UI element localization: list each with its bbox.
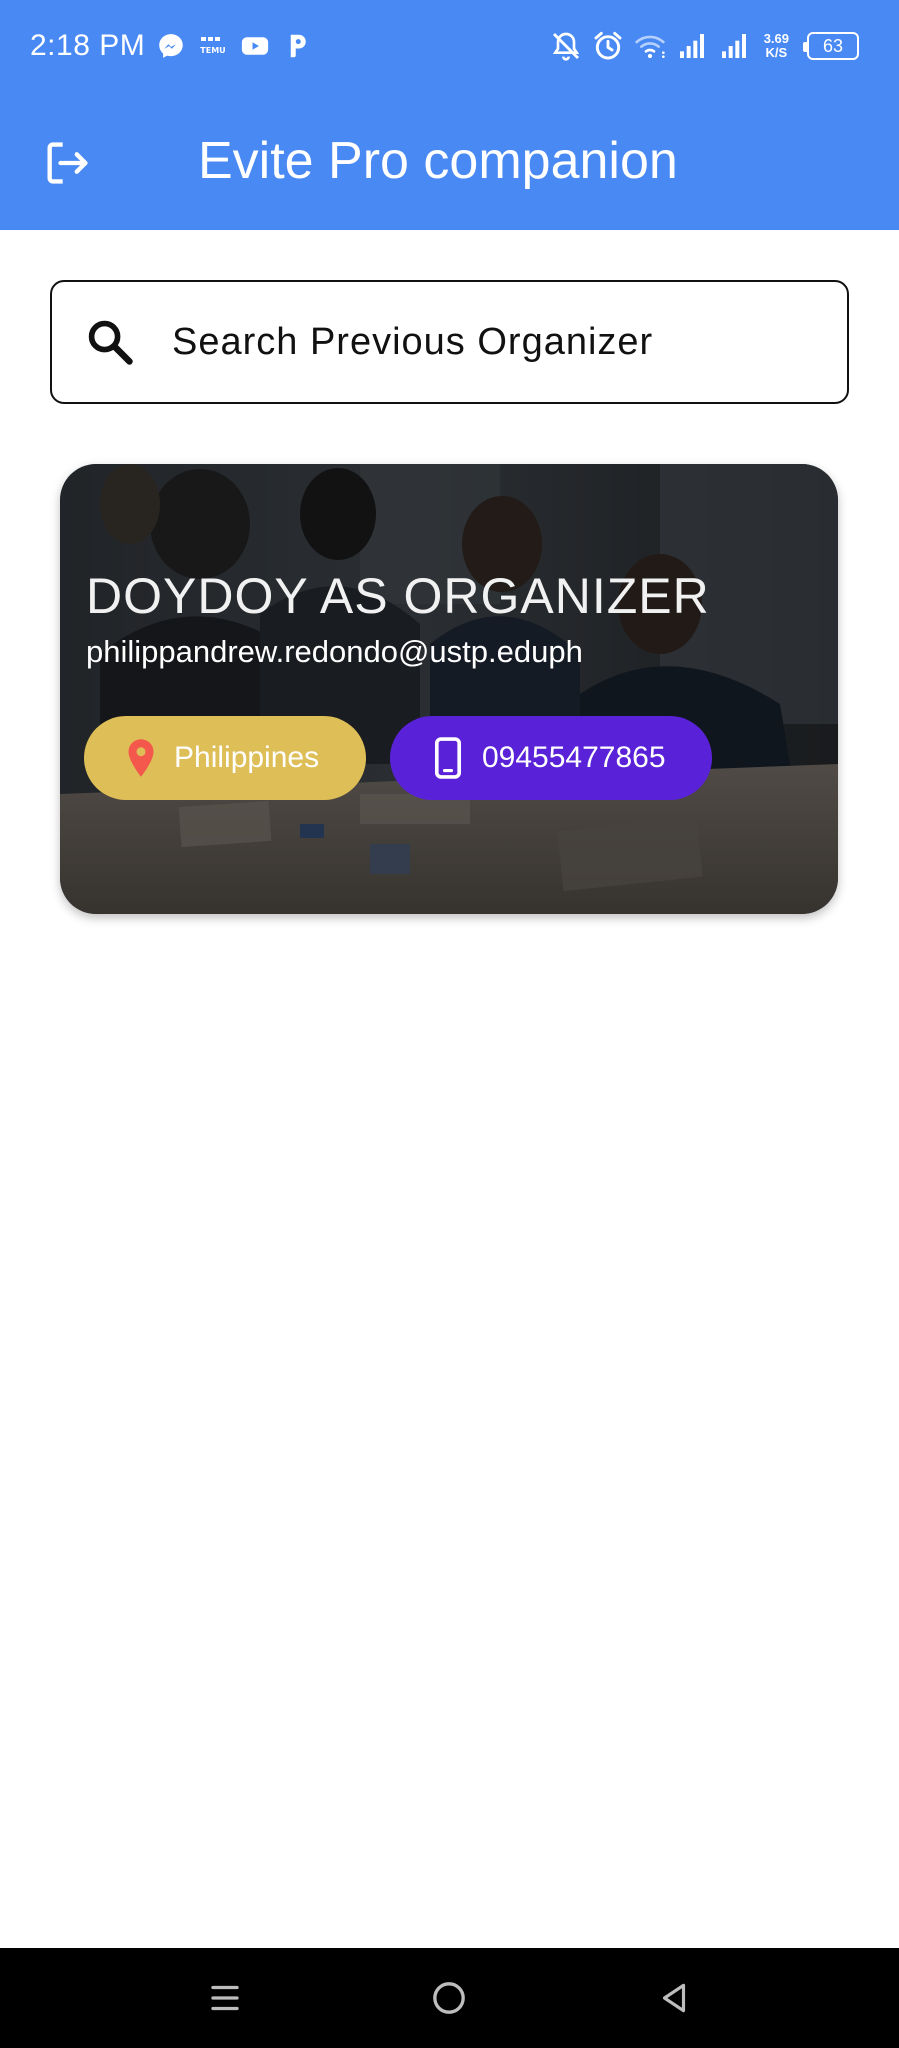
status-bar: 2:18 PM TEMU 3.69 K/S 63	[0, 0, 899, 92]
organizer-name: DOYDOY AS ORGANIZER	[86, 568, 710, 624]
organizer-email: philippandrew.redondo@ustp.eduph	[86, 634, 583, 669]
network-speed-unit: K/S	[765, 45, 788, 60]
app-header: 2:18 PM TEMU 3.69 K/S 63 Evite Pro compa…	[0, 0, 899, 230]
phone-label: 09455477865	[482, 741, 666, 774]
svg-text:TEMU: TEMU	[200, 46, 225, 55]
system-navigation-bar	[0, 1948, 899, 2048]
search-input[interactable]	[170, 319, 810, 365]
smartphone-icon	[434, 737, 462, 779]
card-background-image	[60, 464, 838, 914]
page-title: Evite Pro companion	[198, 132, 678, 190]
back-icon	[662, 1983, 686, 2013]
location-label: Philippines	[174, 741, 320, 774]
phone-chip[interactable]: 09455477865	[390, 716, 712, 800]
search-bar[interactable]	[50, 280, 849, 404]
youtube-icon	[241, 37, 269, 55]
home-button[interactable]	[421, 1970, 477, 2026]
logout-icon	[47, 142, 88, 184]
app-bar: Evite Pro companion	[0, 92, 899, 230]
messenger-icon	[159, 34, 183, 58]
notification-icons: TEMU	[156, 30, 312, 62]
network-speed: 3.69 K/S	[764, 32, 789, 60]
location-chip[interactable]: Philippines	[84, 716, 366, 800]
wifi-icon	[635, 35, 665, 59]
menu-icon	[211, 1985, 239, 2011]
status-time: 2:18 PM	[30, 29, 146, 62]
organizer-card[interactable]: DOYDOY AS ORGANIZER philippandrew.redond…	[60, 464, 838, 914]
logout-button[interactable]	[36, 132, 98, 194]
network-speed-value: 3.69	[763, 31, 789, 46]
pandora-icon	[290, 34, 306, 58]
signal-icon	[679, 34, 704, 58]
alarm-icon	[594, 31, 622, 60]
battery-indicator: 63	[803, 32, 859, 60]
signal-icon	[721, 34, 746, 58]
notifications-off-icon	[552, 32, 579, 61]
recent-apps-button[interactable]	[197, 1970, 253, 2026]
search-icon[interactable]	[84, 316, 136, 368]
battery-level: 63	[822, 36, 844, 56]
temu-icon: TEMU	[200, 37, 226, 55]
location-pin-icon	[128, 739, 154, 777]
system-status-icons: 3.69 K/S 63	[550, 28, 859, 64]
home-icon	[433, 1982, 465, 2014]
back-button[interactable]	[646, 1970, 702, 2026]
